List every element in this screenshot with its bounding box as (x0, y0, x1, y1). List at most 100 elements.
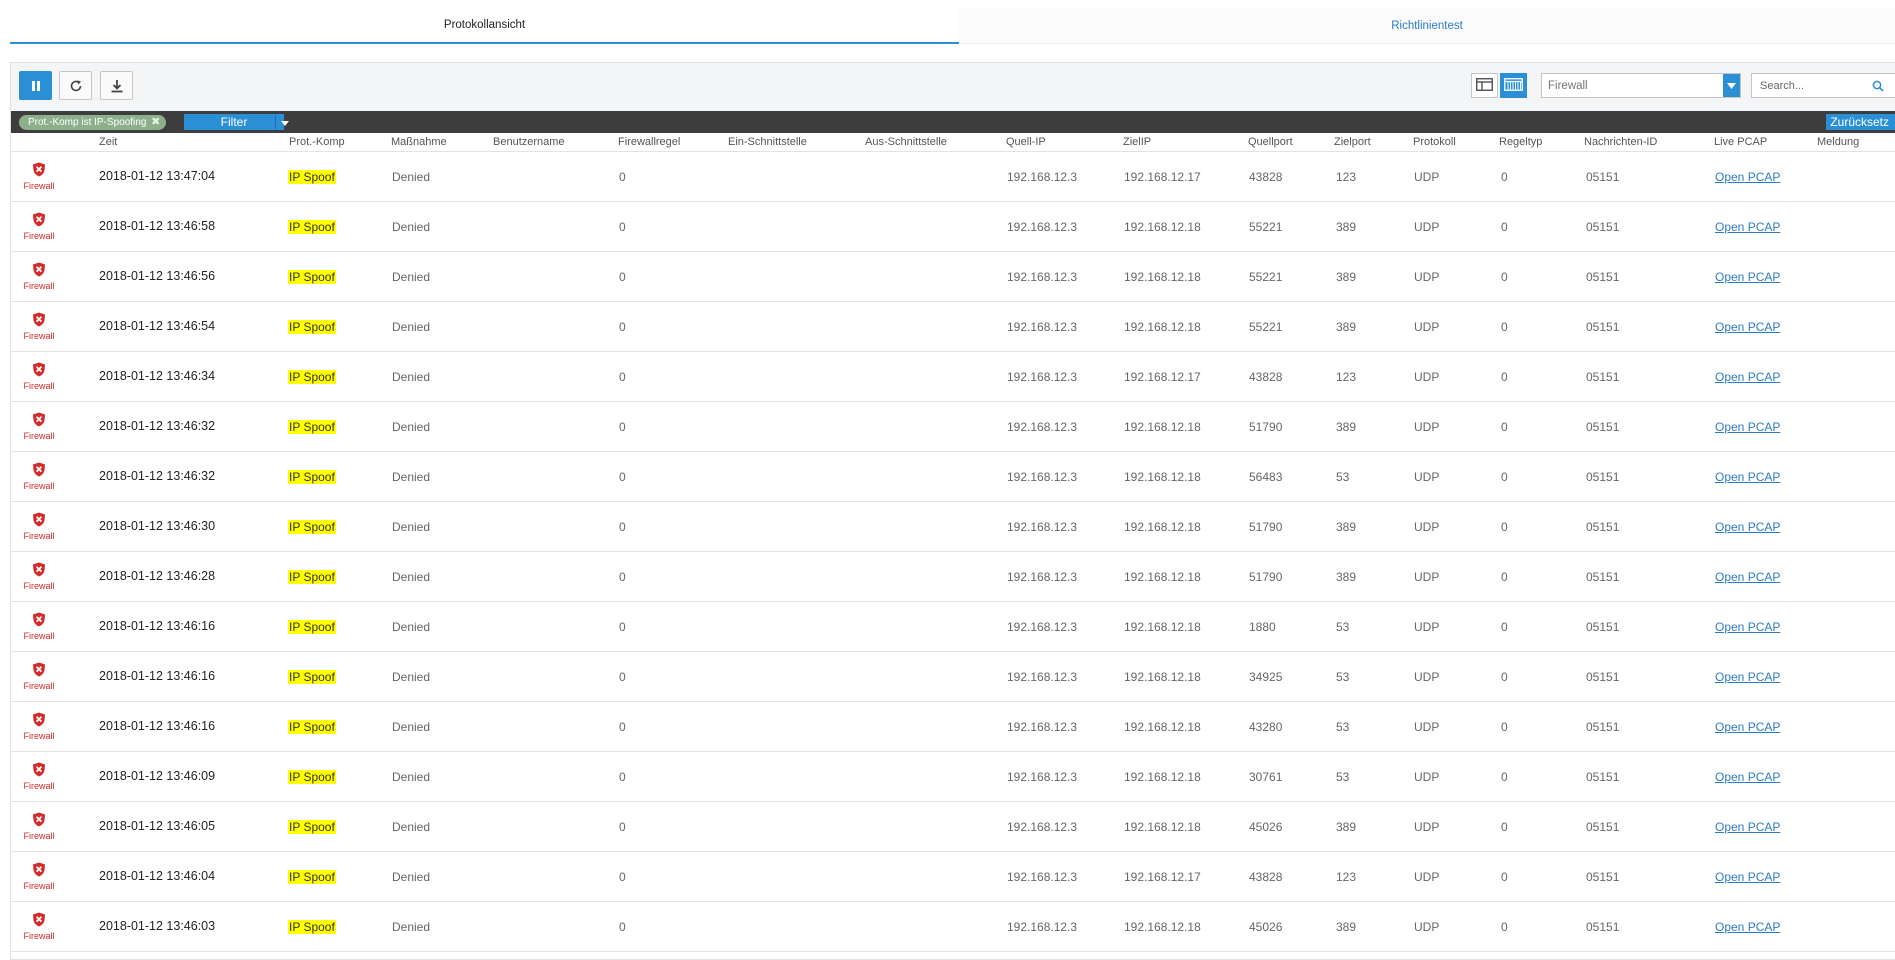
cell-massnahme: Denied (392, 320, 431, 334)
pause-button[interactable] (19, 71, 52, 100)
cell-nachrichten-id: 05151 (1586, 570, 1620, 584)
search-input[interactable] (1752, 75, 1872, 96)
cell-regeltyp: 0 (1501, 470, 1508, 484)
column-header-prot-komp[interactable]: Prot.-Komp (289, 136, 345, 148)
cell-ziel-ip: 192.168.12.17 (1124, 370, 1201, 384)
column-header-aus-schnittstelle[interactable]: Aus-Schnittstelle (865, 136, 947, 148)
cell-massnahme: Denied (392, 720, 431, 734)
table-row[interactable]: Firewall 2018-01-12 13:46:54 IP Spoof De… (11, 302, 1895, 352)
cell-protokoll: UDP (1414, 220, 1440, 234)
table-row[interactable]: Firewall 2018-01-12 13:46:16 IP Spoof De… (11, 602, 1895, 652)
cell-protokoll: UDP (1414, 870, 1440, 884)
table-row[interactable]: Firewall 2018-01-12 13:46:28 IP Spoof De… (11, 552, 1895, 602)
table-row[interactable]: Firewall 2018-01-12 13:46:03 IP Spoof De… (11, 902, 1895, 952)
cell-zielport: 53 (1336, 670, 1350, 684)
open-pcap-link[interactable]: Open PCAP (1715, 370, 1780, 384)
cell-protokoll: UDP (1414, 670, 1440, 684)
firewall-type-indicator: Firewall (24, 612, 55, 641)
refresh-button[interactable] (59, 71, 92, 100)
cell-ziel-ip: 192.168.12.18 (1124, 720, 1201, 734)
table-header: Zeit Prot.-Komp Maßnahme Benutzername Fi… (11, 133, 1895, 152)
open-pcap-link[interactable]: Open PCAP (1715, 820, 1780, 834)
table-row[interactable]: Firewall 2018-01-12 13:46:16 IP Spoof De… (11, 652, 1895, 702)
type-label: Firewall (23, 481, 55, 491)
table-row[interactable]: Firewall 2018-01-12 13:47:04 IP Spoof De… (11, 152, 1895, 202)
column-header-quellport[interactable]: Quellport (1248, 136, 1293, 148)
table-row[interactable]: Firewall 2018-01-12 13:46:56 IP Spoof De… (11, 252, 1895, 302)
filter-dropdown-button[interactable] (275, 115, 293, 129)
tab-richtlinientest[interactable]: Richtlinientest (959, 8, 1895, 44)
table-row[interactable]: Firewall 2018-01-12 13:46:58 IP Spoof De… (11, 202, 1895, 252)
column-header-ein-schnittstelle[interactable]: Ein-Schnittstelle (728, 136, 807, 148)
grid-view-button[interactable] (1500, 73, 1527, 98)
table-row[interactable]: Firewall 2018-01-12 13:46:30 IP Spoof De… (11, 502, 1895, 552)
column-header-zeit[interactable]: Zeit (99, 136, 117, 148)
table-row[interactable]: Firewall 2018-01-12 13:46:16 IP Spoof De… (11, 702, 1895, 752)
download-button[interactable] (100, 71, 133, 100)
cell-firewallregel: 0 (619, 670, 626, 684)
open-pcap-link[interactable]: Open PCAP (1715, 420, 1780, 434)
download-icon (109, 78, 125, 94)
tab-protokollansicht[interactable]: Protokollansicht (10, 8, 959, 44)
column-header-quell-ip[interactable]: Quell-IP (1006, 136, 1046, 148)
cell-protokoll: UDP (1414, 820, 1440, 834)
close-icon[interactable]: ✖ (151, 115, 160, 128)
cell-quellport: 45026 (1249, 920, 1283, 934)
column-header-benutzername[interactable]: Benutzername (493, 136, 565, 148)
table-row[interactable]: Firewall 2018-01-12 13:46:34 IP Spoof De… (11, 352, 1895, 402)
table-row[interactable]: Firewall 2018-01-12 13:46:32 IP Spoof De… (11, 402, 1895, 452)
column-header-protokoll[interactable]: Protokoll (1413, 136, 1456, 148)
cell-massnahme: Denied (392, 620, 431, 634)
open-pcap-link[interactable]: Open PCAP (1715, 920, 1780, 934)
open-pcap-link[interactable]: Open PCAP (1715, 320, 1780, 334)
column-header-ziel-ip[interactable]: ZielIP (1123, 136, 1151, 148)
table-row[interactable]: Firewall 2018-01-12 13:46:09 IP Spoof De… (11, 752, 1895, 802)
cell-ziel-ip: 192.168.12.18 (1124, 320, 1201, 334)
cell-regeltyp: 0 (1501, 420, 1508, 434)
cell-quell-ip: 192.168.12.3 (1007, 570, 1078, 584)
cell-massnahme: Denied (392, 870, 431, 884)
shield-x-icon (32, 912, 46, 930)
cell-ziel-ip: 192.168.12.18 (1124, 520, 1201, 534)
cell-massnahme: Denied (392, 920, 431, 934)
column-header-meldung[interactable]: Meldung (1817, 136, 1859, 148)
cell-zeit: 2018-01-12 13:46:16 (99, 719, 216, 733)
column-header-firewallregel[interactable]: Firewallregel (618, 136, 680, 148)
reset-button[interactable]: Zurücksetz (1826, 114, 1895, 130)
column-header-massnahme[interactable]: Maßnahme (391, 136, 447, 148)
filter-bar: Prot.-Komp ist IP-Spoofing ✖ Filter Zurü… (11, 111, 1895, 133)
log-source-select[interactable]: Firewall (1541, 73, 1741, 98)
cell-quell-ip: 192.168.12.3 (1007, 170, 1078, 184)
open-pcap-link[interactable]: Open PCAP (1715, 620, 1780, 634)
open-pcap-link[interactable]: Open PCAP (1715, 670, 1780, 684)
cell-quell-ip: 192.168.12.3 (1007, 620, 1078, 634)
filter-button[interactable]: Filter (184, 114, 284, 130)
open-pcap-link[interactable]: Open PCAP (1715, 220, 1780, 234)
shield-x-icon (32, 462, 46, 480)
cell-quell-ip: 192.168.12.3 (1007, 920, 1078, 934)
search-icon[interactable] (1872, 80, 1884, 92)
open-pcap-link[interactable]: Open PCAP (1715, 770, 1780, 784)
cell-prot-komp: IP Spoof (288, 620, 336, 634)
table-row[interactable]: Firewall 2018-01-12 13:46:04 IP Spoof De… (11, 852, 1895, 902)
open-pcap-link[interactable]: Open PCAP (1715, 570, 1780, 584)
open-pcap-link[interactable]: Open PCAP (1715, 720, 1780, 734)
shield-x-icon (32, 362, 46, 380)
open-pcap-link[interactable]: Open PCAP (1715, 270, 1780, 284)
table-row[interactable]: Firewall 2018-01-12 13:46:05 IP Spoof De… (11, 802, 1895, 852)
firewall-type-indicator: Firewall (24, 312, 55, 341)
column-header-live-pcap[interactable]: Live PCAP (1714, 136, 1767, 148)
grid-columns-icon (1504, 77, 1523, 94)
column-header-nachrichten-id[interactable]: Nachrichten-ID (1584, 136, 1657, 148)
open-pcap-link[interactable]: Open PCAP (1715, 870, 1780, 884)
open-pcap-link[interactable]: Open PCAP (1715, 470, 1780, 484)
open-pcap-link[interactable]: Open PCAP (1715, 170, 1780, 184)
open-pcap-link[interactable]: Open PCAP (1715, 520, 1780, 534)
detail-view-button[interactable] (1471, 73, 1498, 98)
column-header-regeltyp[interactable]: Regeltyp (1499, 136, 1542, 148)
cell-prot-komp: IP Spoof (288, 320, 336, 334)
column-header-zielport[interactable]: Zielport (1334, 136, 1371, 148)
cell-protokoll: UDP (1414, 420, 1440, 434)
cell-regeltyp: 0 (1501, 220, 1508, 234)
table-row[interactable]: Firewall 2018-01-12 13:46:32 IP Spoof De… (11, 452, 1895, 502)
